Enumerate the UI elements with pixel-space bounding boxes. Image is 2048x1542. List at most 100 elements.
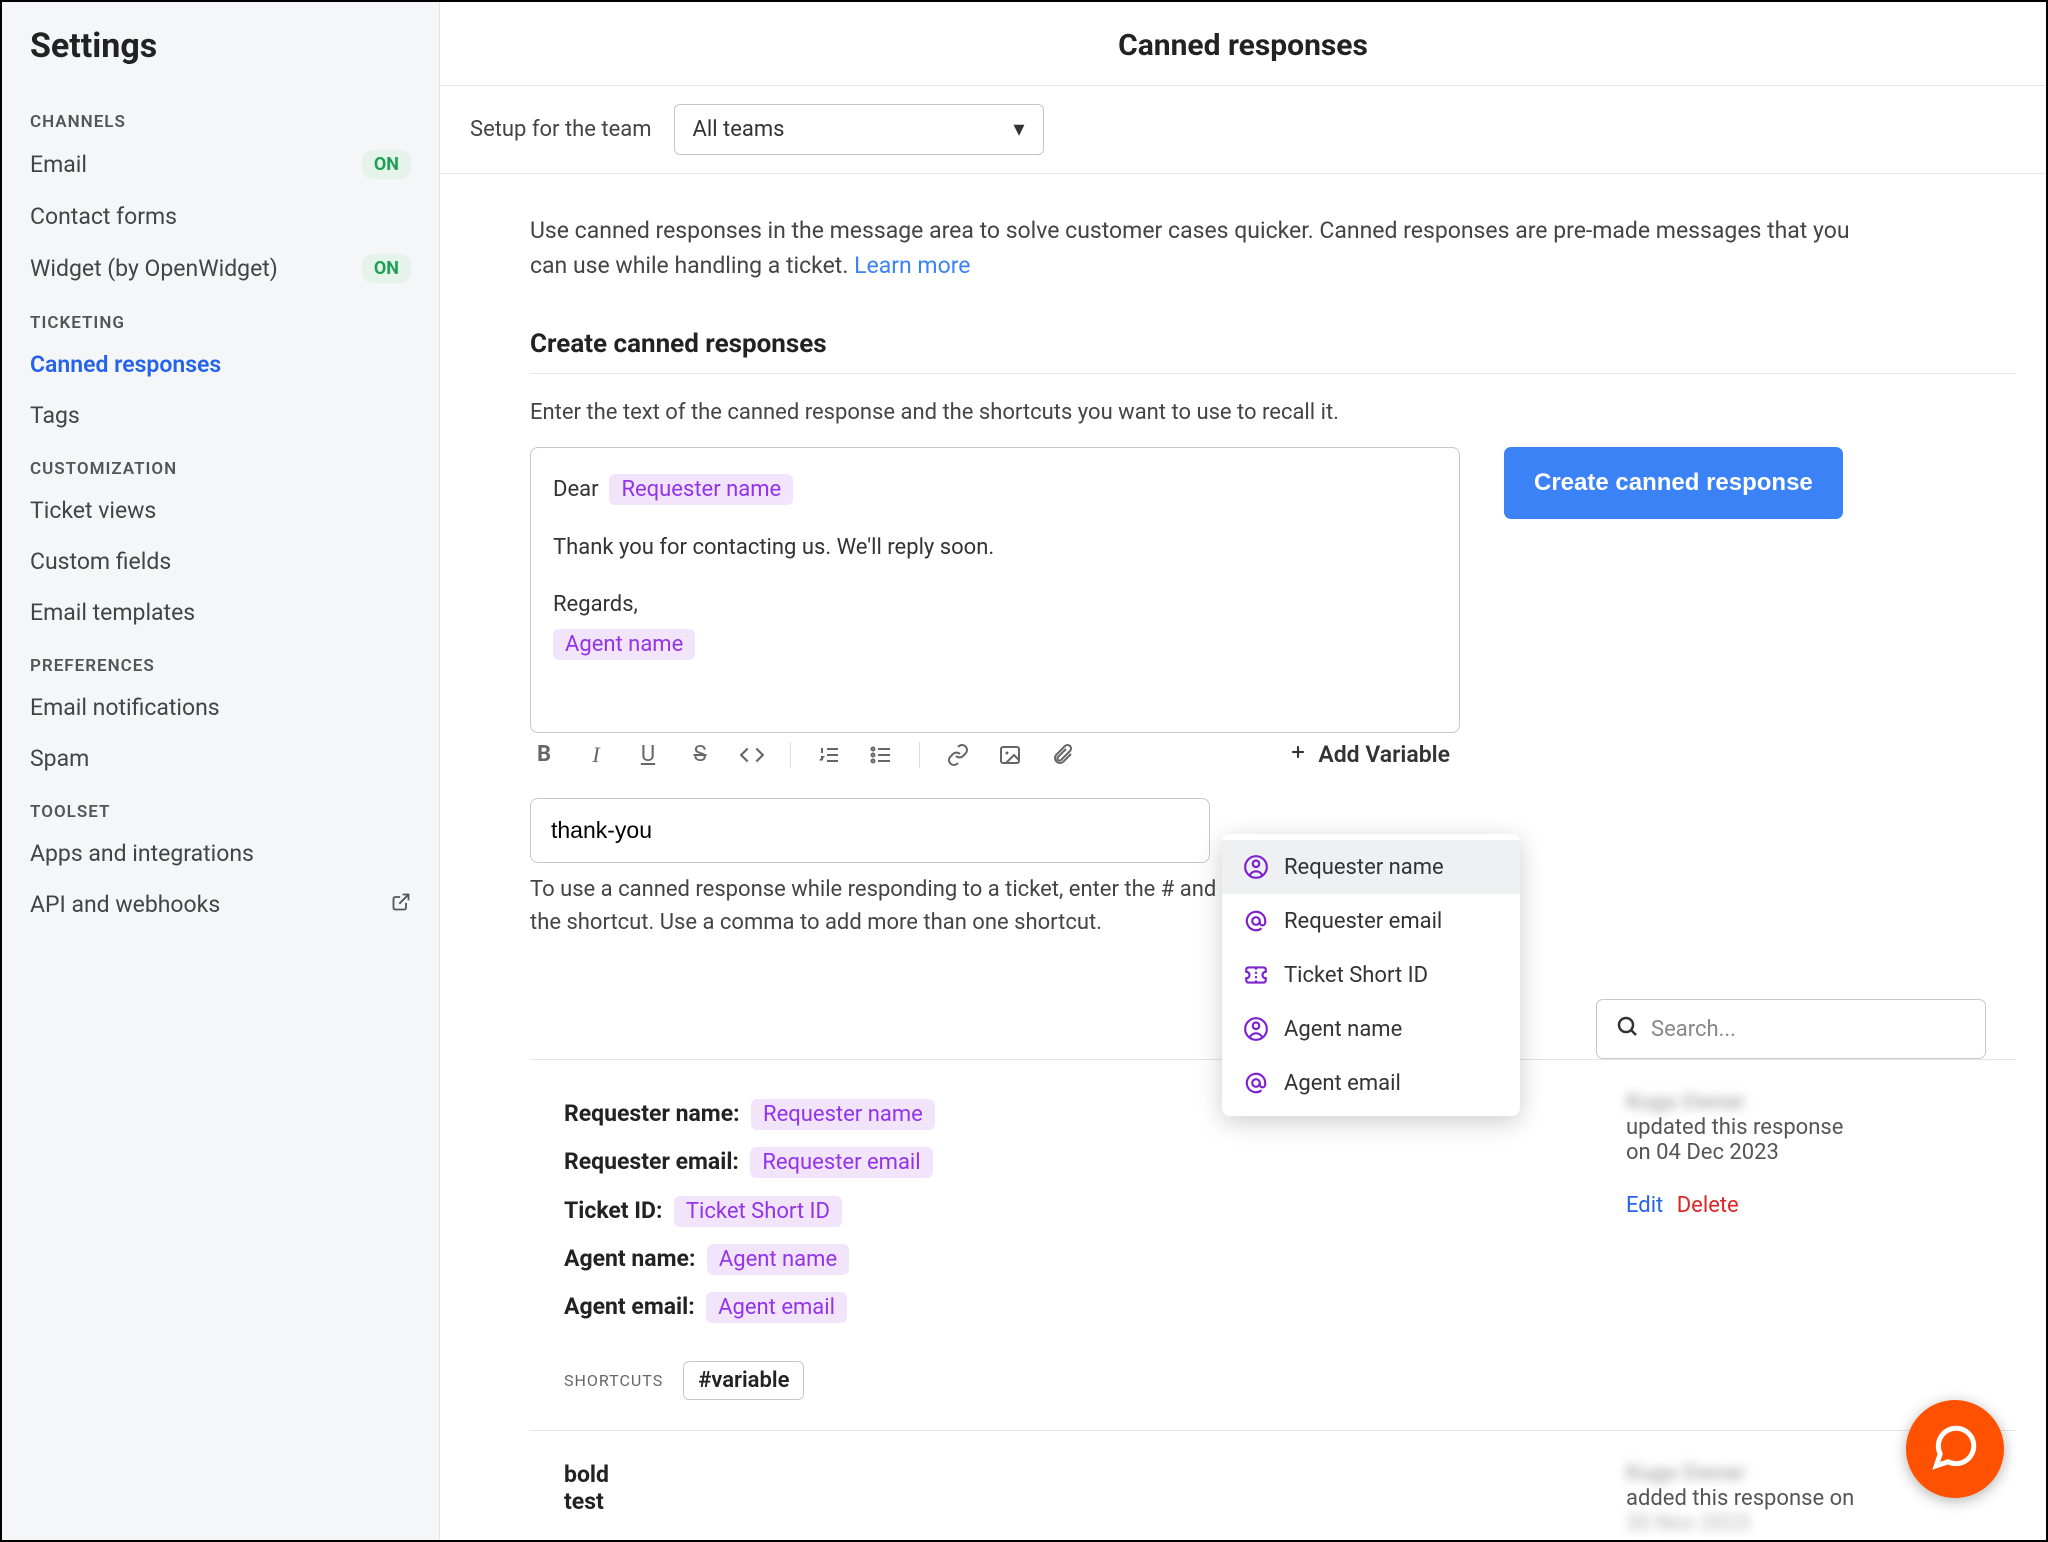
- description: Use canned responses in the message area…: [530, 214, 1880, 283]
- sidebar-item-label: Custom fields: [30, 548, 171, 575]
- sidebar-item-api-webhooks[interactable]: API and webhooks: [2, 879, 439, 930]
- sidebar-item-label: Tags: [30, 402, 80, 429]
- dropdown-label: Requester name: [1284, 855, 1444, 880]
- sidebar-item-label: Widget (by OpenWidget): [30, 255, 278, 282]
- dropdown-label: Requester email: [1284, 909, 1442, 934]
- sidebar-item-contact-forms[interactable]: Contact forms: [2, 191, 439, 242]
- variable-requester-name: Requester name: [609, 474, 793, 505]
- create-section-sub: Enter the text of the canned response an…: [530, 400, 2016, 425]
- field-label: Ticket ID:: [564, 1197, 662, 1224]
- add-variable-label: Add Variable: [1318, 741, 1450, 768]
- search-placeholder: Search...: [1651, 1017, 1736, 1042]
- shortcuts-label: SHORTCUTS: [564, 1371, 663, 1390]
- sidebar-item-email-templates[interactable]: Email templates: [2, 587, 439, 638]
- item-meta-date: 30 Nov 2023: [1626, 1511, 1986, 1536]
- chevron-down-icon: ▾: [1014, 117, 1025, 142]
- create-section-title: Create canned responses: [530, 329, 2016, 374]
- at-icon: [1242, 908, 1270, 934]
- link-icon[interactable]: [944, 743, 972, 767]
- plus-icon: [1288, 741, 1308, 768]
- dropdown-item-requester-email[interactable]: Requester email: [1222, 894, 1520, 948]
- team-setup-row: Setup for the team All teams ▾: [440, 86, 2046, 174]
- create-canned-response-button[interactable]: Create canned response: [1504, 447, 1843, 519]
- shortcut-tag: #variable: [683, 1361, 804, 1400]
- dropdown-item-agent-name[interactable]: Agent name: [1222, 1002, 1520, 1056]
- response-editor[interactable]: Dear Requester name Thank you for contac…: [530, 447, 1460, 733]
- page-title: Canned responses: [440, 2, 2046, 86]
- sidebar-group-customization: CUSTOMIZATION: [2, 441, 439, 485]
- shortcut-help: To use a canned response while respondin…: [530, 873, 1230, 939]
- strike-icon[interactable]: S: [686, 742, 714, 767]
- editor-body: Thank you for contacting us. We'll reply…: [553, 528, 1437, 568]
- attachment-icon[interactable]: [1048, 743, 1076, 767]
- sidebar-item-tags[interactable]: Tags: [2, 390, 439, 441]
- variable-pill: Ticket Short ID: [674, 1196, 842, 1227]
- variable-agent-name: Agent name: [553, 629, 695, 660]
- dropdown-label: Agent name: [1284, 1017, 1402, 1042]
- code-icon[interactable]: [738, 742, 766, 768]
- sidebar-item-email-notifications[interactable]: Email notifications: [2, 682, 439, 733]
- italic-icon[interactable]: I: [582, 742, 610, 768]
- variable-dropdown: Requester name Requester email Ticket Sh…: [1222, 834, 1520, 1116]
- sidebar-title: Settings: [2, 20, 439, 94]
- field-label: Agent email:: [564, 1293, 695, 1320]
- sidebar-group-ticketing: TICKETING: [2, 295, 439, 339]
- bullet-list-icon[interactable]: [867, 743, 895, 767]
- bold-icon[interactable]: B: [530, 742, 558, 767]
- sidebar-item-label: API and webhooks: [30, 891, 220, 918]
- dropdown-item-requester-name[interactable]: Requester name: [1222, 840, 1520, 894]
- sidebar-group-preferences: PREFERENCES: [2, 638, 439, 682]
- sidebar-item-canned-responses[interactable]: Canned responses: [2, 339, 439, 390]
- underline-icon[interactable]: U: [634, 742, 662, 767]
- add-variable-button[interactable]: Add Variable: [1288, 741, 1460, 768]
- sidebar-item-widget[interactable]: Widget (by OpenWidget) ON: [2, 242, 439, 295]
- at-icon: [1242, 1070, 1270, 1096]
- sidebar-item-custom-fields[interactable]: Custom fields: [2, 536, 439, 587]
- editor-text: Dear: [553, 477, 599, 502]
- dropdown-label: Ticket Short ID: [1284, 963, 1428, 988]
- field-label: Requester name:: [564, 1100, 740, 1127]
- sidebar-item-label: Email templates: [30, 599, 195, 626]
- image-icon[interactable]: [996, 743, 1024, 767]
- sidebar-item-label: Apps and integrations: [30, 840, 254, 867]
- sidebar-item-apps-integrations[interactable]: Apps and integrations: [2, 828, 439, 879]
- team-setup-label: Setup for the team: [470, 117, 652, 142]
- sidebar-item-ticket-views[interactable]: Ticket views: [2, 485, 439, 536]
- learn-more-link[interactable]: Learn more: [854, 252, 970, 279]
- dropdown-label: Agent email: [1284, 1071, 1401, 1096]
- field-label: Requester email:: [564, 1148, 739, 1175]
- editor-regards: Regards,: [553, 585, 1437, 625]
- dropdown-item-ticket-id[interactable]: Ticket Short ID: [1222, 948, 1520, 1002]
- team-select[interactable]: All teams ▾: [674, 104, 1044, 155]
- variable-pill: Agent name: [707, 1244, 849, 1275]
- edit-link[interactable]: Edit: [1626, 1193, 1663, 1218]
- sidebar: Settings CHANNELS Email ON Contact forms…: [2, 2, 440, 1540]
- chat-fab[interactable]: [1906, 1400, 2004, 1498]
- canned-response-item: bold test Kuga Owner added this response…: [530, 1431, 2016, 1540]
- ordered-list-icon[interactable]: [815, 743, 843, 767]
- toolbar-separator: [919, 742, 920, 768]
- sidebar-item-spam[interactable]: Spam: [2, 733, 439, 784]
- item-line: test: [564, 1488, 1626, 1515]
- field-label: Agent name:: [564, 1245, 695, 1272]
- ticket-icon: [1242, 962, 1270, 988]
- delete-link[interactable]: Delete: [1677, 1193, 1739, 1218]
- sidebar-item-email[interactable]: Email ON: [2, 138, 439, 191]
- dropdown-item-agent-email[interactable]: Agent email: [1222, 1056, 1520, 1110]
- variable-pill: Requester name: [751, 1099, 935, 1130]
- item-line: bold: [564, 1461, 1626, 1488]
- author-name: Kuga Owner: [1626, 1090, 1986, 1115]
- person-icon: [1242, 1016, 1270, 1042]
- sidebar-group-toolset: TOOLSET: [2, 784, 439, 828]
- toolbar-separator: [790, 742, 791, 768]
- search-input[interactable]: Search...: [1596, 999, 1986, 1059]
- item-meta: updated this response: [1626, 1115, 1986, 1140]
- sidebar-item-label: Email notifications: [30, 694, 220, 721]
- variable-pill: Agent email: [706, 1292, 847, 1323]
- team-select-value: All teams: [693, 117, 785, 142]
- sidebar-item-label: Spam: [30, 745, 89, 772]
- shortcut-input[interactable]: [530, 798, 1210, 863]
- search-icon: [1615, 1014, 1639, 1044]
- item-meta-date: on 04 Dec 2023: [1626, 1140, 1986, 1165]
- description-text: Use canned responses in the message area…: [530, 217, 1850, 279]
